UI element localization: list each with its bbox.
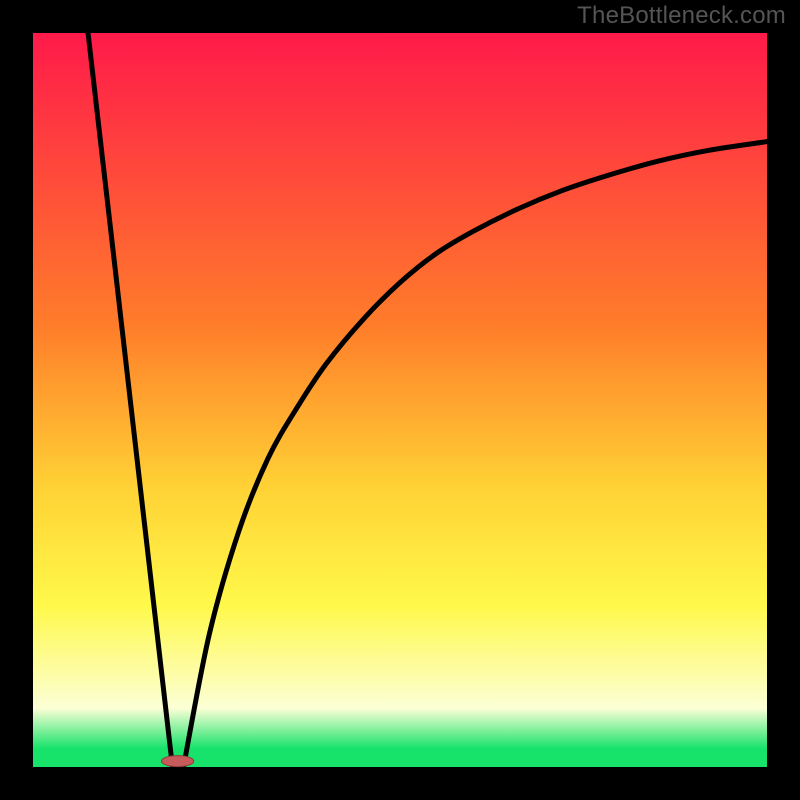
- chart-svg: [0, 0, 800, 800]
- chart-stage: TheBottleneck.com: [0, 0, 800, 800]
- watermark-text: TheBottleneck.com: [577, 2, 786, 30]
- min-marker: [161, 756, 193, 767]
- plot-background: [33, 33, 767, 767]
